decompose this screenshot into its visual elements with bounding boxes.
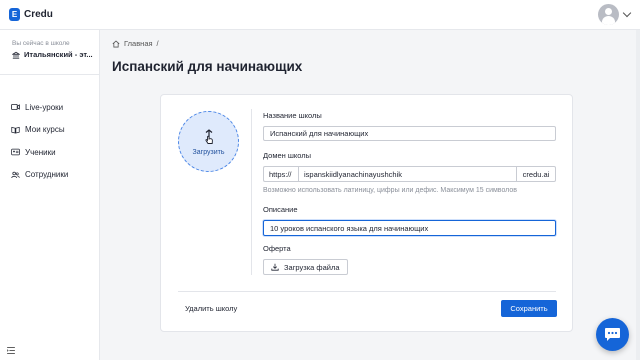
card-footer-divider <box>178 291 556 292</box>
logo-text: Credu <box>24 9 53 20</box>
save-button[interactable]: Сохранить <box>501 300 557 317</box>
upload-file-label: Загрузка файла <box>284 262 340 272</box>
school-name: Итальянский - эт... <box>24 50 93 59</box>
sidebar-item-label: Сотрудники <box>25 170 69 180</box>
school-domain-label: Домен школы <box>263 151 312 160</box>
sidebar-item-staff[interactable]: Сотрудники <box>11 164 68 187</box>
sidebar-item-students[interactable]: Ученики <box>11 141 68 164</box>
avatar[interactable] <box>598 4 619 25</box>
chat-icon <box>605 328 620 341</box>
sidebar-item-label: Live-уроки <box>25 102 64 112</box>
logo[interactable]: E Credu <box>9 8 53 21</box>
form-divider <box>251 109 252 275</box>
breadcrumb: Главная / <box>112 39 159 48</box>
delete-school-button[interactable]: Удалить школу <box>185 304 237 313</box>
upload-label: Загрузить <box>192 149 225 156</box>
download-icon <box>271 263 279 271</box>
upload-icon <box>205 129 213 144</box>
breadcrumb-home[interactable]: Главная <box>124 39 153 48</box>
domain-hint: Возможно использовать латиницу, цифры ил… <box>263 187 517 194</box>
school-settings-card: Загрузить Название школы Испанский для н… <box>160 94 573 332</box>
sidebar-divider <box>0 74 100 75</box>
top-bar: E Credu <box>0 0 640 30</box>
users-icon <box>11 171 20 178</box>
main-content: Главная / Испанский для начинающих Загру… <box>101 30 640 360</box>
school-domain-field: https:// ispanskiidlyanachinayushchik cr… <box>263 166 556 182</box>
logo-mark: E <box>9 8 20 21</box>
id-card-icon <box>11 149 20 156</box>
home-icon <box>112 40 120 47</box>
domain-suffix: credu.ai <box>517 166 556 182</box>
sidebar-item-label: Ученики <box>25 147 56 157</box>
logo-upload-button[interactable]: Загрузить <box>178 111 239 172</box>
book-icon <box>11 126 20 134</box>
school-name-label: Название школы <box>263 111 322 120</box>
page-title: Испанский для начинающих <box>112 59 303 74</box>
school-caption: Вы сейчас в школе <box>12 40 70 47</box>
scrollbar[interactable] <box>636 30 640 360</box>
sidebar-item-my-courses[interactable]: Мои курсы <box>11 119 68 142</box>
user-menu[interactable] <box>598 4 632 25</box>
description-label: Описание <box>263 205 298 214</box>
offer-label: Оферта <box>263 244 291 253</box>
chevron-down-icon[interactable] <box>622 8 632 18</box>
video-icon <box>11 104 20 111</box>
sidebar: Вы сейчас в школе Итальянский - эт... Li… <box>0 30 100 360</box>
sidebar-nav: Live-уроки Мои курсы Ученики Сотрудники <box>11 96 68 186</box>
sidebar-item-label: Мои курсы <box>25 125 65 135</box>
chat-button[interactable] <box>596 318 629 351</box>
school-domain-input[interactable]: ispanskiidlyanachinayushchik <box>298 166 517 182</box>
sidebar-item-live-lessons[interactable]: Live-уроки <box>11 96 68 119</box>
school-name-input[interactable]: Испанский для начинающих <box>263 126 556 141</box>
school-icon <box>12 51 20 59</box>
upload-file-button[interactable]: Загрузка файла <box>263 259 348 275</box>
domain-prefix: https:// <box>263 166 298 182</box>
description-input[interactable]: 10 уроков испанского языка для начинающи… <box>263 220 556 236</box>
breadcrumb-separator: / <box>156 39 159 48</box>
school-switcher[interactable]: Итальянский - эт... <box>12 50 96 59</box>
menu-collapse-icon[interactable] <box>7 347 15 354</box>
